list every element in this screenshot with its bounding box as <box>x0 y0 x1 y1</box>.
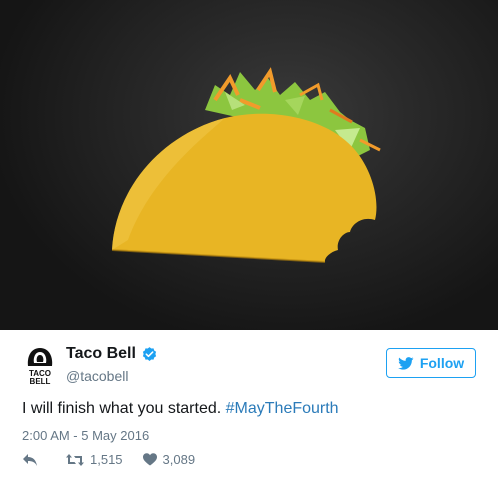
taco-bell-logo-icon: TACO BELL <box>27 348 53 386</box>
heart-icon <box>142 453 157 466</box>
svg-text:BELL: BELL <box>30 377 51 386</box>
user-name-row[interactable]: Taco Bell <box>66 345 158 363</box>
avatar[interactable]: TACO BELL <box>22 346 58 386</box>
tweet-actions: 1,515 3,089 <box>22 452 195 467</box>
user-handle[interactable]: @tacobell <box>66 368 128 384</box>
tweet-timestamp[interactable]: 2:00 AM - 5 May 2016 <box>22 428 149 443</box>
taco-image <box>111 67 381 263</box>
verified-badge-icon <box>142 346 157 361</box>
tweet-body: I will finish what you started. <box>22 400 226 417</box>
follow-button[interactable]: Follow <box>386 348 476 378</box>
follow-label: Follow <box>419 355 465 371</box>
like-action[interactable]: 3,089 <box>142 452 196 467</box>
twitter-bird-icon <box>397 356 414 370</box>
tweet-text: I will finish what you started. #MayTheF… <box>22 400 339 418</box>
retweet-action[interactable]: 1,515 <box>66 452 123 467</box>
user-name[interactable]: Taco Bell <box>66 345 136 363</box>
retweet-icon <box>66 453 84 466</box>
tweet-card: TACO BELL Taco Bell @tacobell Follow I w… <box>0 0 498 482</box>
retweet-count: 1,515 <box>90 452 123 467</box>
hashtag-link[interactable]: #MayTheFourth <box>226 400 339 417</box>
reply-icon[interactable] <box>22 453 38 467</box>
tweet-image[interactable] <box>0 0 498 330</box>
like-count: 3,089 <box>162 452 196 467</box>
